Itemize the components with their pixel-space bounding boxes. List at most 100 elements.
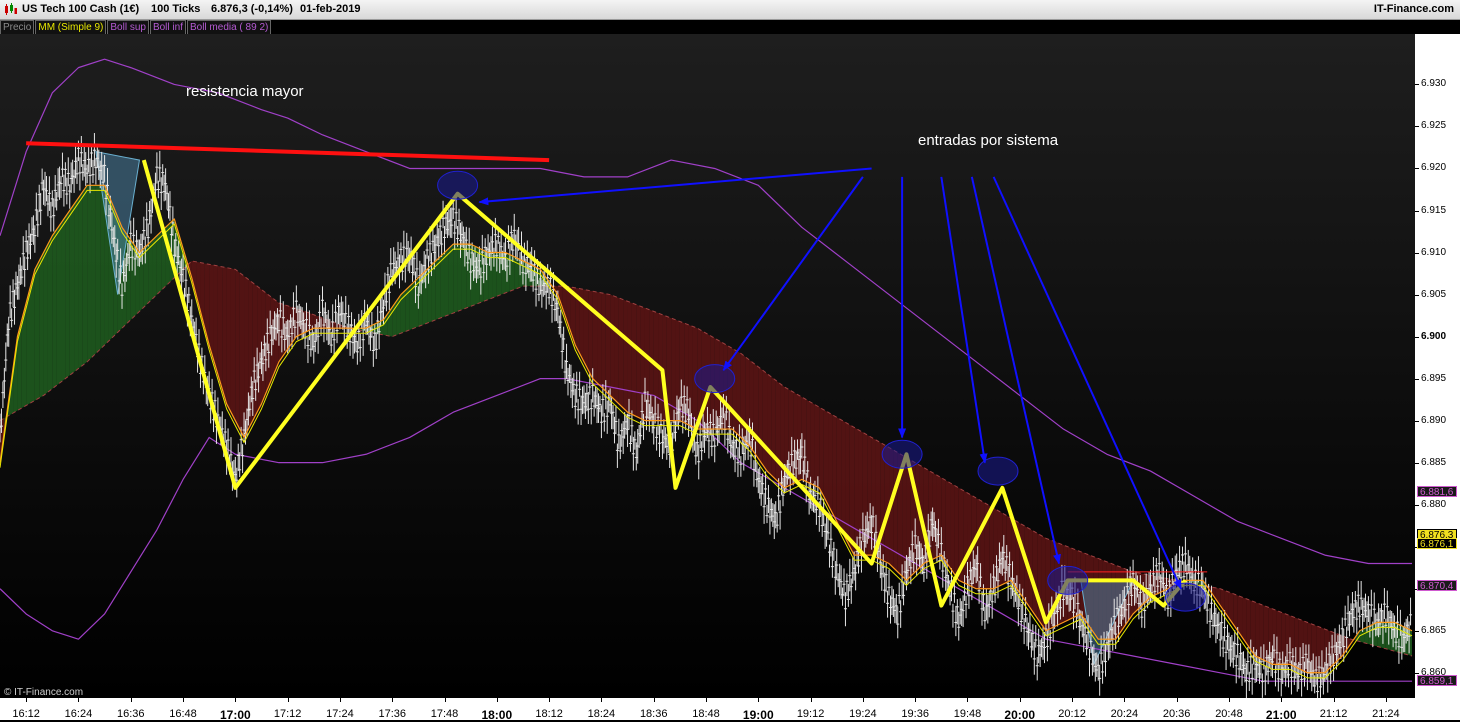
cloud-up-segment [440,252,445,319]
price-axis[interactable] [1415,34,1460,698]
time-tick-mark [1228,698,1230,702]
legend-item[interactable]: Boll media ( 89 2) [186,20,272,35]
cloud-up-segment [444,248,449,317]
time-tick-mark [1281,698,1283,702]
cloud-up-segment [457,244,462,312]
time-tick-mark [287,698,289,702]
cloud-up-segment [69,204,75,376]
cloud-down-segment [631,302,637,417]
cloud-up-segment [435,256,441,320]
cloud-down-segment [244,276,249,438]
cloud-up-segment [126,233,131,324]
cloud-down-segment [270,296,275,383]
cloud-down-segment [828,412,833,514]
time-tick-label: 18:48 [692,708,720,720]
cloud-down-segment [793,392,798,484]
cloud-down-segment [1276,610,1282,665]
cloud-up-segment [34,260,40,401]
cloud-down-segment [627,301,632,415]
legend-item[interactable]: Boll inf [149,20,186,35]
time-tick-mark [1072,698,1074,702]
cloud-down-segment [967,492,972,587]
time-tick-mark [549,698,551,702]
cloud-down-segment [1268,607,1273,665]
cloud-down-segment [313,314,319,329]
time-tick-mark [339,698,341,702]
cloud-up-segment [74,197,79,372]
cloud-up-segment [1385,622,1391,650]
price-tick-label: 6.915 [1421,204,1447,216]
cloud-up-segment [1398,624,1404,654]
cloud-down-segment [858,429,863,556]
legend-item[interactable]: Precio [0,20,35,35]
cloud-up-segment [470,244,476,307]
cloud-down-segment [1294,617,1299,669]
cloud-down-segment [823,409,829,505]
price-tick-mark [1415,630,1419,632]
time-tick-label: 19:36 [901,708,929,720]
copyright-label: © IT-Finance.com [4,687,84,698]
time-tick-label: 17:12 [273,708,302,720]
cloud-down-segment [845,422,850,547]
cloud-down-segment [230,268,236,421]
price-tick-label: 6.925 [1421,120,1447,132]
candlestick-chart-icon [5,3,17,15]
cloud-down-segment [623,299,628,413]
price-tick-mark [1415,672,1419,674]
cloud-down-segment [945,480,951,568]
cloud-up-segment [448,244,454,315]
cloud-up-segment [453,244,458,314]
entry-circle [1047,565,1089,595]
time-tick-mark [967,698,969,702]
cloud-up-segment [479,248,484,303]
cloud-down-segment [819,407,824,497]
cloud-down-segment [592,291,598,383]
cloud-up-segment [1364,626,1369,644]
price-tick-label: 6.910 [1421,246,1447,258]
cloud-up-segment [1403,626,1408,655]
time-tick-mark [1333,698,1335,702]
cloud-up-segment [492,252,497,298]
time-tick-mark [915,698,917,702]
price-chart[interactable] [0,34,1415,698]
cloud-up-segment [82,185,88,366]
cloud-up-segment [78,191,83,369]
cloud-up-segment [531,265,537,287]
cloud-down-segment [801,397,807,482]
cloud-down-segment [305,311,310,333]
cloud-down-segment [980,500,985,589]
last-quote: 6.876,3 (-0,14%) [211,3,293,15]
cloud-down-segment [1285,613,1290,665]
time-tick-label: 21:24 [1372,708,1400,720]
cloud-down-segment [679,321,685,423]
cloud-up-segment [156,231,162,295]
cloud-down-segment [1307,622,1312,673]
price-tick-label: 6.930 [1421,78,1447,90]
time-tick-label: 16:12 [12,708,40,720]
cloud-down-segment [736,350,741,438]
cloud-down-segment [265,292,271,394]
annotation-resistance: resistencia mayor [186,83,304,100]
title-bar: US Tech 100 Cash (1€) 100 Ticks 6.876,3 … [0,0,1460,20]
cloud-down-segment [989,505,994,589]
price-tick-label: 6.865 [1421,624,1447,636]
cloud-down-segment [222,266,227,404]
cloud-down-segment [649,309,654,421]
cloud-down-segment [749,360,754,453]
cloud-down-segment [213,265,218,375]
cloud-down-segment [675,319,680,421]
price-tick-label: 6.880 [1421,498,1447,510]
legend-item[interactable]: MM (Simple 9) [35,20,107,35]
cloud-down-segment [1002,513,1007,585]
price-tick-mark [1415,84,1419,86]
time-tick-mark [496,698,498,702]
time-tick-label: 17:36 [378,708,406,720]
time-tick-label: 18:12 [535,708,563,720]
price-marker-box: 6.859,1 [1417,675,1457,687]
brand-label: IT-Finance.com [1373,3,1454,15]
cloud-down-segment [618,297,624,409]
cloud-down-segment [1133,571,1138,614]
legend-item[interactable]: Boll sup [107,20,149,35]
cloud-up-segment [87,185,92,362]
cloud-down-segment [976,497,981,589]
